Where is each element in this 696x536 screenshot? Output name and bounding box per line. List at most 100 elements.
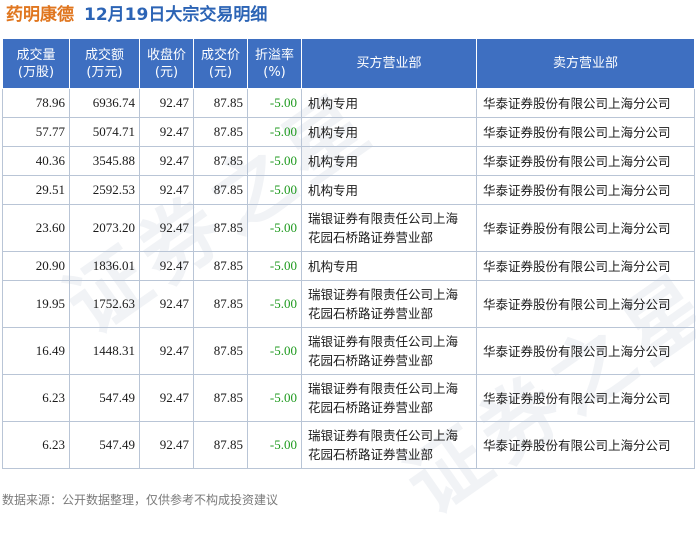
close-price-cell: 92.47 (139, 146, 194, 176)
table-row: 6.23 547.49 92.47 87.85 -5.00 瑞银证券有限责任公司上海 花园石… (2, 374, 695, 422)
buyer-name-line1: 瑞银证券有限责任公司上海 (308, 334, 459, 349)
deal-price-cell: 87.85 (193, 327, 248, 375)
table-header-row: 成交量 (万股) 成交额 (万元) 收盘价 (元) 成交价 (元) 折溢率 (%) 买方营… (2, 38, 695, 89)
seller-cell: 华泰证券股份有限公司上海分公司 (476, 280, 695, 328)
amount-cell: 3545.88 (69, 146, 140, 176)
close-price-cell: 92.47 (139, 280, 194, 328)
table-row: 57.77 5074.71 92.47 87.85 -5.00 机构专用 华泰证券股份有限公… (2, 117, 695, 147)
table-row: 19.95 1752.63 92.47 87.85 -5.00 瑞银证券有限责任公司上海花… (2, 280, 695, 328)
buyer-name-line1: 机构专用 (308, 124, 359, 140)
premium-cell: -5.00 (247, 374, 302, 422)
buyer-cell: 机构专用 (301, 88, 477, 118)
amount-cell: 2592.53 (69, 175, 140, 205)
buyer-name-line2: 花园石桥路证券营业部 (308, 447, 434, 462)
volume-cell: 6.23 (2, 421, 70, 469)
buyer-name-line2: 花园石桥路证券营业部 (308, 353, 434, 368)
buyer-name-line1: 瑞银证券有限责任公司上海 (308, 381, 459, 396)
close-price-cell: 92.47 (139, 327, 194, 375)
deal-price-cell: 87.85 (193, 146, 248, 176)
buyer-name-line2: 花园石桥路证券营业部 (308, 400, 434, 415)
deal-price-cell: 87.85 (193, 204, 248, 252)
deal-price-cell: 87.85 (193, 280, 248, 328)
deal-price-cell: 87.85 (193, 175, 248, 205)
buyer-cell: 瑞银证券有限责任公司上海 花园石桥路证券营业部 (301, 327, 477, 375)
close-price-cell: 92.47 (139, 88, 194, 118)
header-premium: 折溢率 (%) (247, 38, 302, 89)
volume-cell: 16.49 (2, 327, 70, 375)
buyer-name-line1: 瑞银证券有限责任公司上海 (308, 428, 459, 443)
amount-cell: 6936.74 (69, 88, 140, 118)
deal-price-cell: 87.85 (193, 251, 248, 281)
amount-cell: 1448.31 (69, 327, 140, 375)
seller-cell: 华泰证券股份有限公司上海分公司 (476, 251, 695, 281)
premium-cell: -5.00 (247, 117, 302, 147)
buyer-name-line1: 机构专用 (308, 95, 359, 111)
page-subtitle: 12月19日大宗交易明细 (84, 5, 268, 25)
buyer-name-line2: 花园石桥路证券营业部 (308, 230, 434, 245)
table-row: 6.23 547.49 92.47 87.85 -5.00 瑞银证券有限责任公司上海 花园石… (2, 421, 695, 469)
premium-cell: -5.00 (247, 280, 302, 328)
header-volume: 成交量 (万股) (2, 38, 70, 89)
header-deal-price: 成交价 (元) (193, 38, 248, 89)
seller-cell: 华泰证券股份有限公司上海分公司 (476, 175, 695, 205)
seller-cell: 华泰证券股份有限公司上海分公司 (476, 421, 695, 469)
close-price-cell: 92.47 (139, 251, 194, 281)
table-row: 78.96 6936.74 92.47 87.85 -5.00 机构专用 华泰证券股份有限公… (2, 88, 695, 118)
premium-cell: -5.00 (247, 421, 302, 469)
seller-cell: 华泰证券股份有限公司上海分公司 (476, 117, 695, 147)
buyer-cell: 机构专用 (301, 175, 477, 205)
volume-cell: 40.36 (2, 146, 70, 176)
seller-cell: 华泰证券股份有限公司上海分公司 (476, 327, 695, 375)
buyer-name-line1: 瑞银证券有限责任公司上海 (308, 211, 459, 226)
close-price-cell: 92.47 (139, 175, 194, 205)
seller-cell: 华泰证券股份有限公司上海分公司 (476, 374, 695, 422)
buyer-cell: 机构专用 (301, 146, 477, 176)
amount-cell: 2073.20 (69, 204, 140, 252)
amount-cell: 547.49 (69, 421, 140, 469)
page-title: 药明康德 12月19日大宗交易明细 (0, 0, 267, 34)
premium-cell: -5.00 (247, 88, 302, 118)
table-row: 16.49 1448.31 92.47 87.85 -5.00 瑞银证券有限责任公司上海花… (2, 327, 695, 375)
seller-cell: 华泰证券股份有限公司上海分公司 (476, 204, 695, 252)
close-price-cell: 92.47 (139, 204, 194, 252)
deal-price-cell: 87.85 (193, 421, 248, 469)
table-row: 20.90 1836.01 92.47 87.85 -5.00 机构专用 华泰证券股份有限公… (2, 251, 695, 281)
buyer-name-line1: 瑞银证券有限责任公司上海 (308, 287, 459, 302)
buyer-cell: 机构专用 (301, 251, 477, 281)
buyer-cell: 机构专用 (301, 117, 477, 147)
buyer-name-line1: 机构专用 (308, 258, 359, 274)
block-trade-table: 成交量 (万股) 成交额 (万元) 收盘价 (元) 成交价 (元) 折溢率 (%) 买方营… (2, 38, 695, 469)
buyer-cell: 瑞银证券有限责任公司上海 花园石桥路证券营业部 (301, 374, 477, 422)
table-row: 40.36 3545.88 92.47 87.85 -5.00 机构专用 华泰证券股份有限公… (2, 146, 695, 176)
deal-price-cell: 87.85 (193, 88, 248, 118)
header-buyer: 买方营业部 (301, 38, 477, 89)
stock-name: 药明康德 (6, 5, 74, 25)
volume-cell: 6.23 (2, 374, 70, 422)
buyer-cell: 瑞银证券有限责任公司上海 花园石桥路证券营业部 (301, 421, 477, 469)
header-seller: 卖方营业部 (476, 38, 695, 89)
volume-cell: 23.60 (2, 204, 70, 252)
close-price-cell: 92.47 (139, 117, 194, 147)
close-price-cell: 92.47 (139, 374, 194, 422)
table-row: 29.51 2592.53 92.47 87.85 -5.00 机构专用 华泰证券股份有限公… (2, 175, 695, 205)
premium-cell: -5.00 (247, 327, 302, 375)
premium-cell: -5.00 (247, 146, 302, 176)
deal-price-cell: 87.85 (193, 374, 248, 422)
close-price-cell: 92.47 (139, 421, 194, 469)
amount-cell: 1836.01 (69, 251, 140, 281)
table-row: 23.60 2073.20 92.47 87.85 -5.00 瑞银证券有限责任公司上海花… (2, 204, 695, 252)
buyer-name-line1: 机构专用 (308, 182, 359, 198)
amount-cell: 5074.71 (69, 117, 140, 147)
buyer-name-line1: 机构专用 (308, 153, 359, 169)
volume-cell: 19.95 (2, 280, 70, 328)
buyer-cell: 瑞银证券有限责任公司上海 花园石桥路证券营业部 (301, 204, 477, 252)
premium-cell: -5.00 (247, 175, 302, 205)
header-close-price: 收盘价 (元) (139, 38, 194, 89)
buyer-name-line2: 花园石桥路证券营业部 (308, 306, 434, 321)
seller-cell: 华泰证券股份有限公司上海分公司 (476, 146, 695, 176)
amount-cell: 547.49 (69, 374, 140, 422)
buyer-cell: 瑞银证券有限责任公司上海 花园石桥路证券营业部 (301, 280, 477, 328)
header-amount: 成交额 (万元) (69, 38, 140, 89)
volume-cell: 29.51 (2, 175, 70, 205)
source-note: 数据来源：公开数据整理，仅供参考不构成投资建议 (2, 493, 279, 507)
